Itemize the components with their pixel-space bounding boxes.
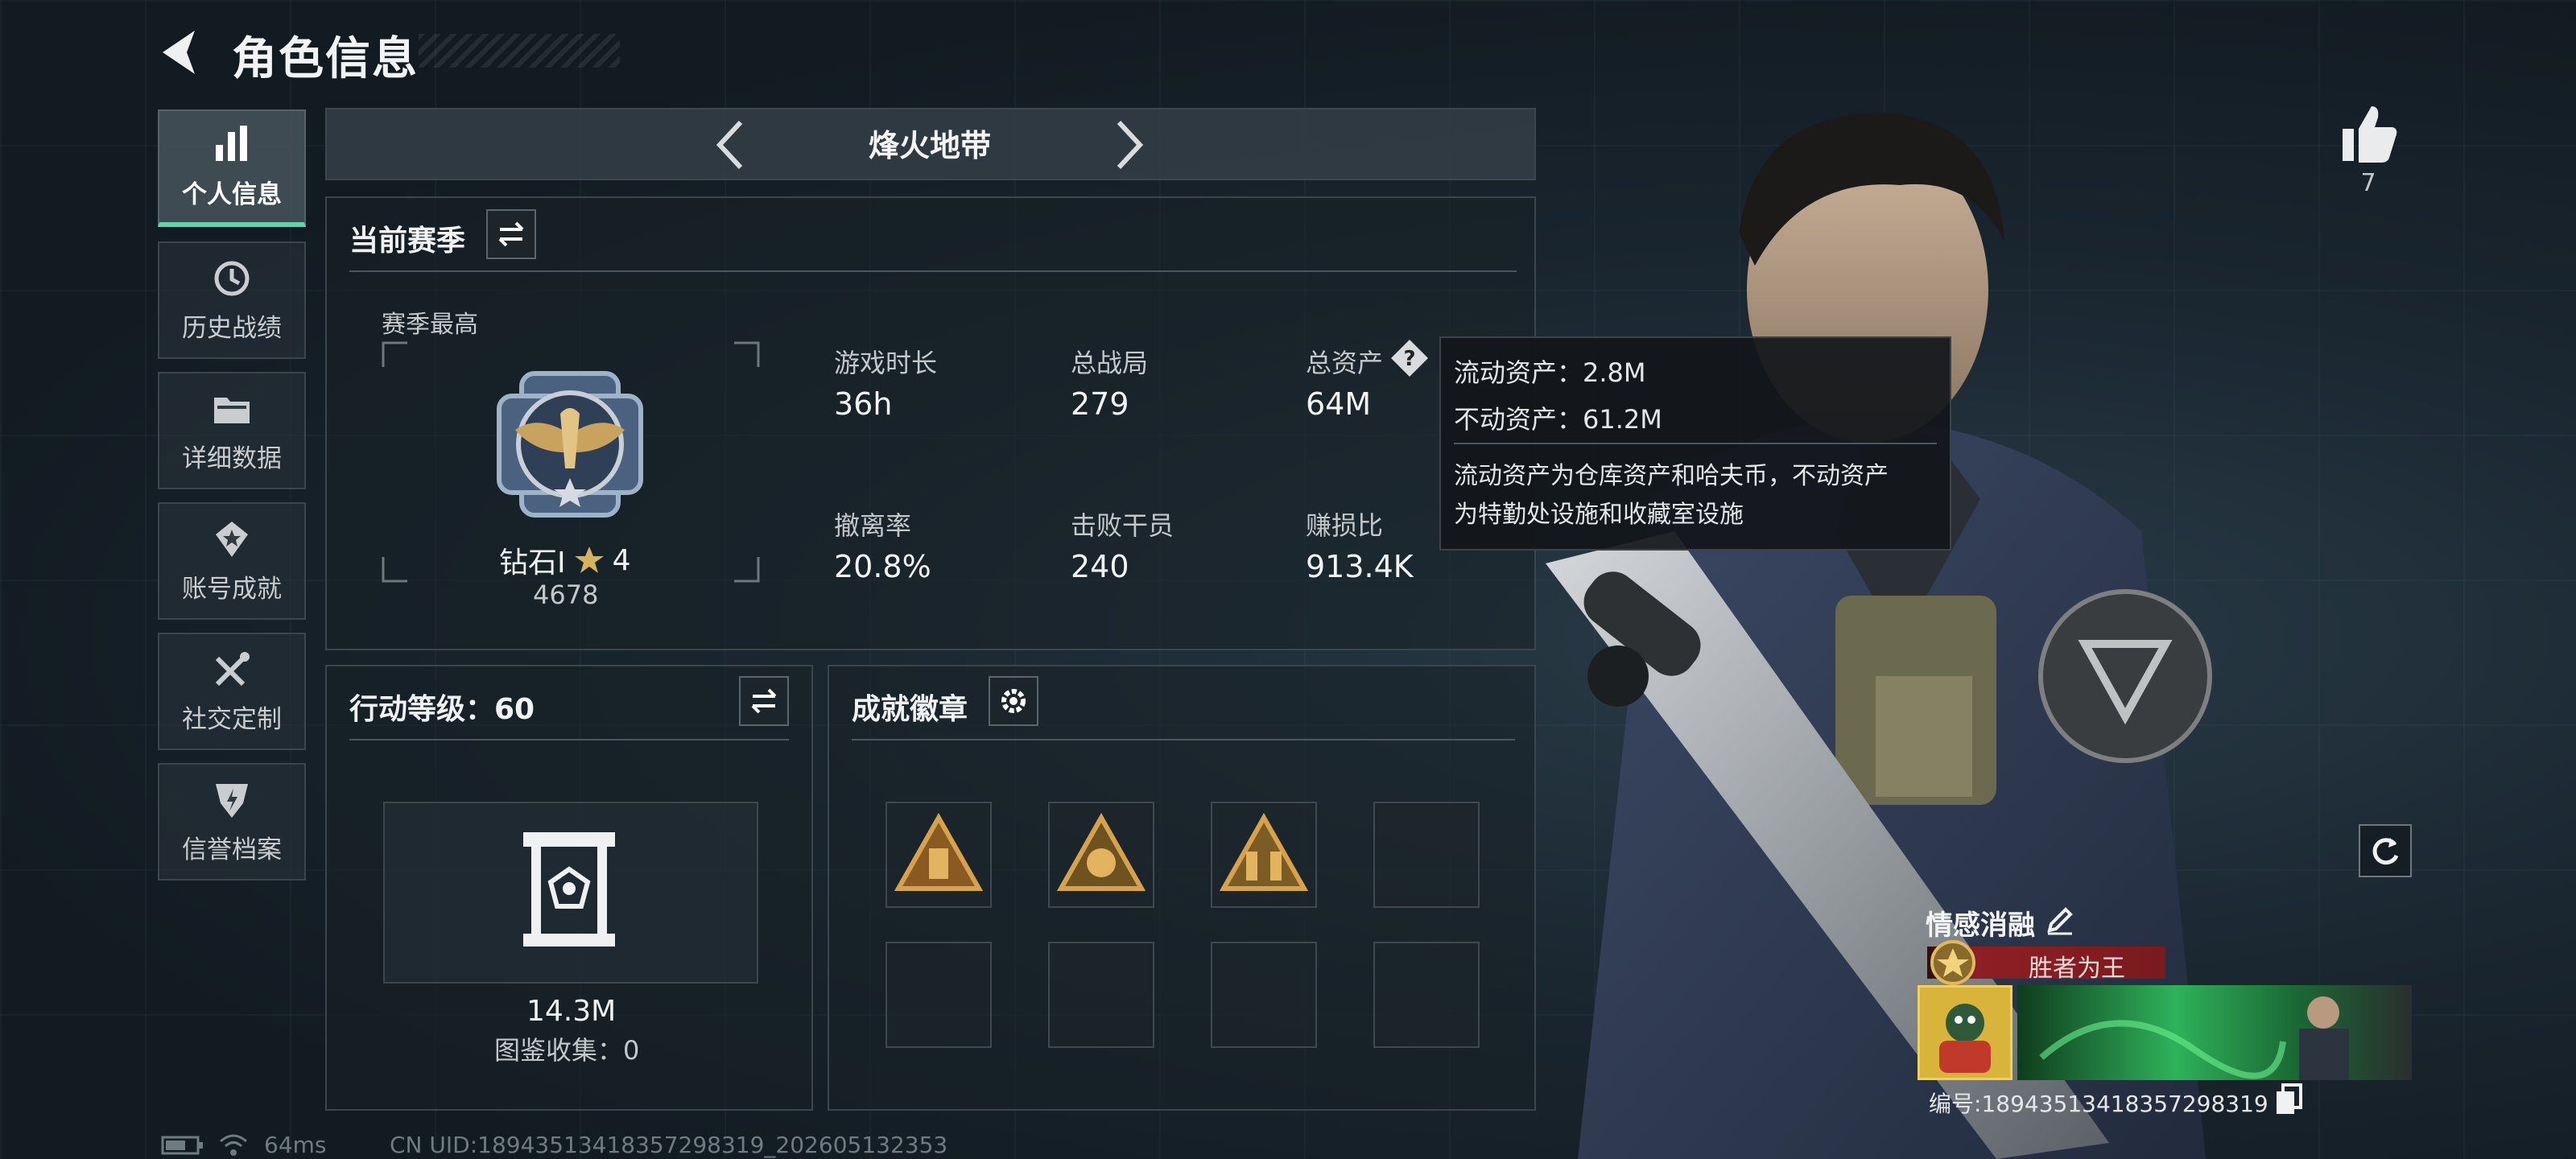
wifi-icon [220,1134,247,1156]
gear-icon [1001,689,1026,713]
sidebar-item-social[interactable]: 社交定制 [158,633,306,750]
sidebar-item-details[interactable]: 详细数据 [158,372,306,489]
avatar-character-icon [1939,1004,1991,1073]
folder-icon [214,397,250,423]
player-banner [2017,985,2412,1080]
title-badge-text: 胜者为王 [2029,955,2125,983]
stat-label: 总资产 [1306,348,1384,378]
achievements-title: 成就徽章 [852,693,968,726]
battery-icon [161,1136,203,1155]
rank-name: 钻石Ⅰ [499,547,566,580]
sidebar-item-reputation[interactable]: 信誉档案 [158,763,306,881]
back-arrow-icon[interactable] [153,24,209,80]
tooltip-fixed-assets: 不动资产：61.2M [1454,404,1662,435]
edit-pencil-icon[interactable] [2043,905,2075,937]
stat-label: 总战局 [1071,348,1149,378]
badge-pyramid-icon [1056,812,1146,891]
like-count: 7 [2360,169,2376,197]
stat-value: 279 [1071,386,1129,422]
prev-mode-arrow-icon[interactable] [702,113,758,177]
action-level-switch-button[interactable] [739,676,789,726]
swap-arrows-icon [498,221,524,247]
stat-label: 击败干员 [1071,510,1174,541]
sidebar-item-label: 账号成就 [182,574,282,604]
stat-value: 64M [1306,386,1372,422]
collection-label: 图鉴收集：0 [494,1035,640,1066]
achievement-badge-slot-empty[interactable] [1373,942,1480,1048]
action-level-title: 行动等级：60 [349,693,535,726]
achievements-divider [852,739,1515,740]
achievement-badge-slot-empty[interactable] [1048,942,1154,1048]
copy-icon[interactable] [2275,1083,2304,1116]
medal-star-icon [216,521,248,557]
badge-triangle-icon [894,812,984,891]
uid-text: CN UID:18943513418357298319_202605132353 [390,1132,948,1158]
title-decoration [419,34,620,68]
mode-title: 烽火地带 [868,128,991,163]
achievement-badge-slot[interactable] [1048,802,1154,908]
stat-value: 20.8% [834,549,931,584]
season-switch-button[interactable] [486,209,536,259]
swap-arrows-icon [751,688,777,714]
collection-value: 14.3M [526,995,617,1028]
achievement-badge-slot[interactable] [1211,802,1317,908]
action-level-divider [349,739,789,740]
collection-cabinet-icon [523,832,615,947]
player-avatar[interactable] [1918,985,2013,1080]
refresh-icon [2372,838,2399,865]
player-id: 编号:18943513418357298319 [1929,1091,2268,1117]
stat-label: 游戏时长 [834,348,938,378]
season-divider [349,270,1517,272]
achievement-badge-slot[interactable] [886,802,992,908]
sidebar-item-label: 历史战绩 [182,313,282,343]
achievement-badge-slot-empty[interactable] [886,942,992,1048]
achievements-settings-button[interactable] [989,676,1038,726]
rank-title: 钻石Ⅰ 4 [499,539,631,581]
sidebar-item-achievements[interactable]: 账号成就 [158,502,306,620]
next-mode-arrow-icon[interactable] [1101,113,1158,177]
stat-label: 赚损比 [1306,510,1384,541]
sidebar-item-label: 信誉档案 [182,835,282,864]
stat-value: 240 [1071,549,1129,584]
tooltip-liquid-assets: 流动资产：2.8M [1454,357,1646,388]
rank-points: 4678 [533,580,599,610]
tooltip-divider [1454,443,1937,444]
stat-value: 36h [834,386,893,422]
ping-text: 64ms [264,1132,327,1158]
rank-emblem-icon [497,371,643,518]
svg-text:?: ? [1403,347,1415,371]
season-title: 当前赛季 [349,225,466,258]
title-badge-emblem-icon [1930,940,1975,985]
sidebar-item-history[interactable]: 历史战绩 [158,241,306,359]
achievement-badge-slot-empty[interactable] [1211,942,1317,1048]
refresh-character-button[interactable] [2359,824,2412,877]
badge-figures-icon [1219,812,1309,891]
tools-icon [215,651,250,686]
history-clock-icon [214,261,250,295]
shield-bolt-icon [216,783,248,818]
season-best-label: 赛季最高 [382,311,478,339]
tooltip-desc-line2: 为特勤处设施和收藏室设施 [1454,501,1744,529]
thumbs-up-icon[interactable] [2334,100,2402,167]
bar-chart-icon [216,125,247,161]
stat-value: 913.4K [1306,549,1414,584]
achievement-badge-slot-empty[interactable] [1373,802,1480,908]
sidebar-item-personal-info[interactable]: 个人信息 [158,109,306,227]
tooltip-desc-line1: 流动资产为仓库资产和哈夫币，不动资产 [1454,462,1889,490]
rank-stars: 4 [612,543,631,577]
banner-character-icon [2039,996,2349,1080]
sidebar-item-label: 详细数据 [182,443,282,473]
help-question-icon[interactable]: ? [1389,338,1430,378]
sidebar-item-label: 个人信息 [182,179,282,209]
star-icon [574,547,604,573]
stat-label: 撤离率 [834,510,912,541]
page-title: 角色信息 [232,33,419,85]
sidebar-item-label: 社交定制 [182,704,282,734]
